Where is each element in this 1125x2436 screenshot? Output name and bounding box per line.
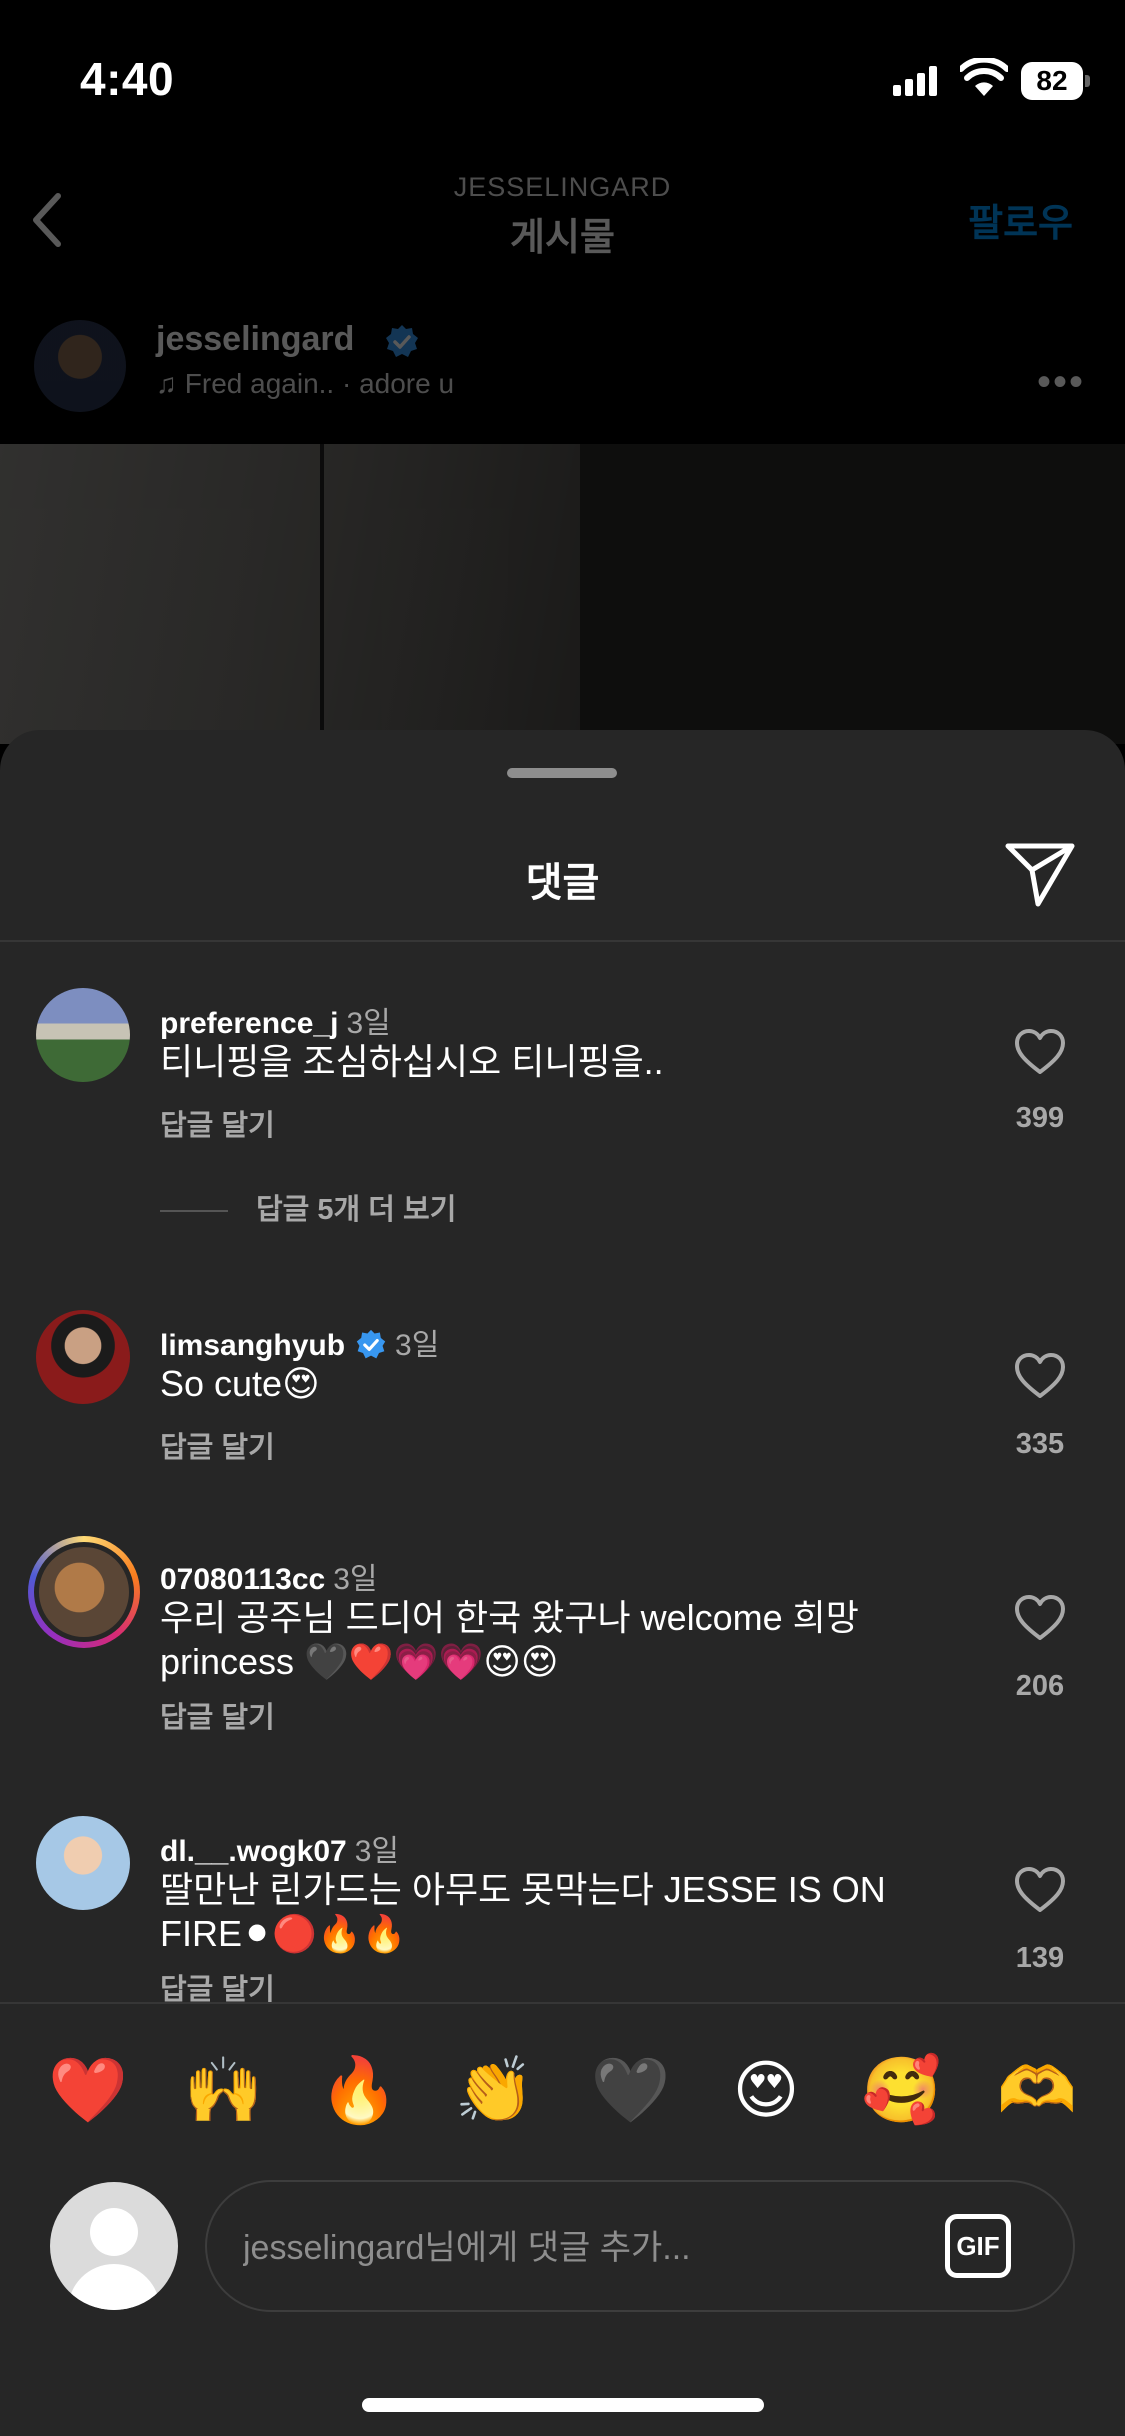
- comment-username[interactable]: preference_j: [160, 1007, 338, 1040]
- heart-icon[interactable]: [1014, 1866, 1066, 1914]
- follow-button[interactable]: 팔로우: [968, 192, 1073, 247]
- reply-button[interactable]: 답글 달기: [160, 1424, 275, 1466]
- verified-badge-icon: [386, 325, 418, 357]
- nav-subtitle: JESSELINGARD: [453, 172, 672, 202]
- heart-icon[interactable]: [1014, 1352, 1066, 1400]
- avatar-story-ring[interactable]: [28, 1536, 140, 1648]
- music-note-icon: ♫: [156, 368, 185, 399]
- post-image: [0, 444, 1125, 744]
- comment-time: 3일: [333, 1563, 378, 1596]
- post-avatar[interactable]: [34, 320, 126, 412]
- wifi-icon: [960, 58, 1008, 96]
- signal-icon: [893, 66, 939, 96]
- battery-icon: 82: [1021, 62, 1090, 100]
- sheet-title: 댓글: [525, 861, 600, 905]
- heart-icon[interactable]: [1014, 1594, 1066, 1642]
- status-bar: 4:40 82: [0, 0, 1125, 150]
- emoji-clapping[interactable]: 👏: [445, 2040, 545, 2140]
- home-indicator[interactable]: [362, 2398, 764, 2412]
- sheet-grabber[interactable]: [507, 768, 617, 778]
- emoji-heart-eyes[interactable]: 😍: [716, 2040, 816, 2140]
- more-horizontal-icon[interactable]: •••: [1037, 360, 1085, 405]
- view-more-replies[interactable]: 답글 5개 더 보기: [160, 1186, 456, 1228]
- my-avatar: [50, 2182, 178, 2310]
- emoji-quick-reactions: ❤️ 🙌 🔥 👏 🖤 😍 🥰 🫶: [0, 2040, 1125, 2140]
- emoji-smiling-hearts[interactable]: 🥰: [852, 2040, 952, 2140]
- comment-input[interactable]: [243, 2218, 923, 2278]
- comment-text: 티니핑을 조심하십시오 티니핑을..: [160, 1041, 664, 1082]
- emoji-red-heart[interactable]: ❤️: [38, 2040, 138, 2140]
- emoji-bar-divider: [0, 2002, 1125, 2004]
- page-title: 게시물: [510, 217, 615, 259]
- avatar[interactable]: [36, 1816, 130, 1910]
- comment-header: preference_j 3일: [160, 998, 391, 1042]
- comment-header: limsanghyub 3일: [160, 1320, 439, 1364]
- post-header: jesselingard ♫ Fred again.. · adore u ••…: [0, 280, 1125, 440]
- comment-time: 3일: [346, 1007, 391, 1040]
- emoji-black-heart[interactable]: 🖤: [580, 2040, 680, 2140]
- comment-text: 우리 공주님 드디어 한국 왔구나 welcome 희망 princess 🖤❤…: [160, 1597, 859, 1682]
- reply-button[interactable]: 답글 달기: [160, 1102, 275, 1144]
- comment-header: dl.__.wogk07 3일: [160, 1826, 399, 1870]
- avatar: [34, 1542, 134, 1642]
- paper-plane-icon[interactable]: [1004, 842, 1076, 908]
- comment-header: 07080113cc 3일: [160, 1554, 378, 1598]
- post-music[interactable]: ♫ Fred again.. · adore u: [156, 368, 454, 400]
- comment-list: preference_j 3일 티니핑을 조심하십시오 티니핑을.. 답글 달기 …: [0, 942, 1125, 2002]
- like-count: 139: [1015, 1942, 1065, 1974]
- comment-text: So cute😍: [160, 1363, 320, 1404]
- like-count: 206: [1015, 1670, 1065, 1702]
- like-count: 335: [1015, 1428, 1065, 1460]
- post-music-label: Fred again.. · adore u: [184, 368, 455, 399]
- gif-button[interactable]: GIF: [945, 2214, 1011, 2278]
- emoji-raised-hands[interactable]: 🙌: [173, 2040, 273, 2140]
- replies-line: [160, 1210, 228, 1213]
- comments-sheet: 댓글 preference_j 3일 티니핑을 조심하십시오 티니핑을.. 답글 …: [0, 730, 1125, 2436]
- view-more-replies-label: 답글 5개 더 보기: [256, 1194, 457, 1226]
- nav-bar: JESSELINGARD 게시물 팔로우: [0, 150, 1125, 280]
- screen: 4:40 82 JESSELINGARD 게시물 팔로우 jesselingar…: [0, 0, 1125, 2436]
- reply-button[interactable]: 답글 달기: [160, 1966, 275, 2002]
- emoji-fire[interactable]: 🔥: [309, 2040, 409, 2140]
- emoji-heart-hands[interactable]: 🫶: [987, 2040, 1087, 2140]
- comment-username[interactable]: dl.__.wogk07: [160, 1835, 347, 1868]
- status-time: 4:40: [80, 53, 175, 105]
- post-username[interactable]: jesselingard: [156, 320, 354, 359]
- comment-text: 딸만난 린가드는 아무도 못막는다 JESSE IS ON FIRE⚫🔴🔥🔥: [160, 1869, 886, 1954]
- comment-composer: GIF: [205, 2180, 1075, 2312]
- avatar[interactable]: [36, 1310, 130, 1404]
- like-count: 399: [1015, 1102, 1065, 1134]
- comment-time: 3일: [354, 1835, 400, 1868]
- comment-time: 3일: [395, 1329, 440, 1362]
- comment-username[interactable]: limsanghyub: [160, 1329, 345, 1362]
- verified-badge-icon: [356, 1329, 386, 1359]
- avatar[interactable]: [36, 988, 130, 1082]
- post-background: JESSELINGARD 게시물 팔로우 jesselingard ♫ Fred…: [0, 150, 1125, 744]
- comment-username[interactable]: 07080113cc: [160, 1563, 325, 1596]
- battery-level: 82: [1021, 62, 1083, 100]
- heart-icon[interactable]: [1014, 1028, 1066, 1076]
- reply-button[interactable]: 답글 달기: [160, 1694, 275, 1736]
